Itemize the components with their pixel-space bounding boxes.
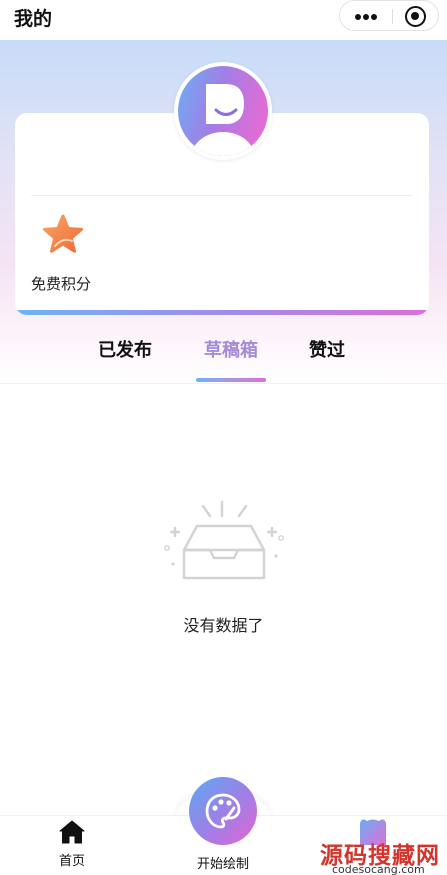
tab-drafts[interactable]: 草稿箱 bbox=[204, 336, 258, 362]
start-drawing-label: 开始绘制 bbox=[196, 857, 249, 872]
watermark: 源码搜藏网 codesocang.com bbox=[318, 836, 447, 875]
nav-bar: 我的 bbox=[0, 0, 447, 40]
capsule-divider bbox=[392, 9, 393, 24]
start-drawing-button[interactable] bbox=[189, 777, 257, 845]
target-icon[interactable] bbox=[405, 6, 426, 27]
free-points-item[interactable]: 免费积分 bbox=[31, 213, 111, 293]
tab-published[interactable]: 已发布 bbox=[98, 336, 152, 362]
tabbar-item-home[interactable]: 首页 bbox=[48, 818, 96, 870]
card-gradient-bar bbox=[15, 310, 429, 315]
star-icon bbox=[43, 214, 83, 253]
tabs-divider bbox=[0, 383, 447, 384]
mini-program-capsule bbox=[339, 0, 439, 31]
active-tab-indicator bbox=[196, 378, 266, 382]
palette-icon bbox=[205, 793, 241, 829]
more-dots-icon[interactable] bbox=[355, 14, 377, 20]
card-divider bbox=[31, 195, 413, 196]
empty-state-text: 没有数据了 bbox=[183, 616, 264, 635]
watermark-url: codesocang.com bbox=[332, 863, 425, 875]
home-label: 首页 bbox=[58, 854, 85, 869]
tab-liked[interactable]: 赞过 bbox=[309, 336, 345, 362]
page-title: 我的 bbox=[14, 8, 53, 30]
home-icon bbox=[59, 820, 85, 844]
avatar-smile-icon bbox=[178, 66, 268, 156]
tabbar-item-start-drawing[interactable]: 开始绘制 bbox=[180, 775, 266, 875]
free-points-label: 免费积分 bbox=[31, 275, 92, 293]
content-tabs: 已发布 草稿箱 赞过 bbox=[0, 330, 447, 386]
empty-box-icon bbox=[164, 500, 284, 580]
avatar[interactable] bbox=[174, 62, 272, 160]
